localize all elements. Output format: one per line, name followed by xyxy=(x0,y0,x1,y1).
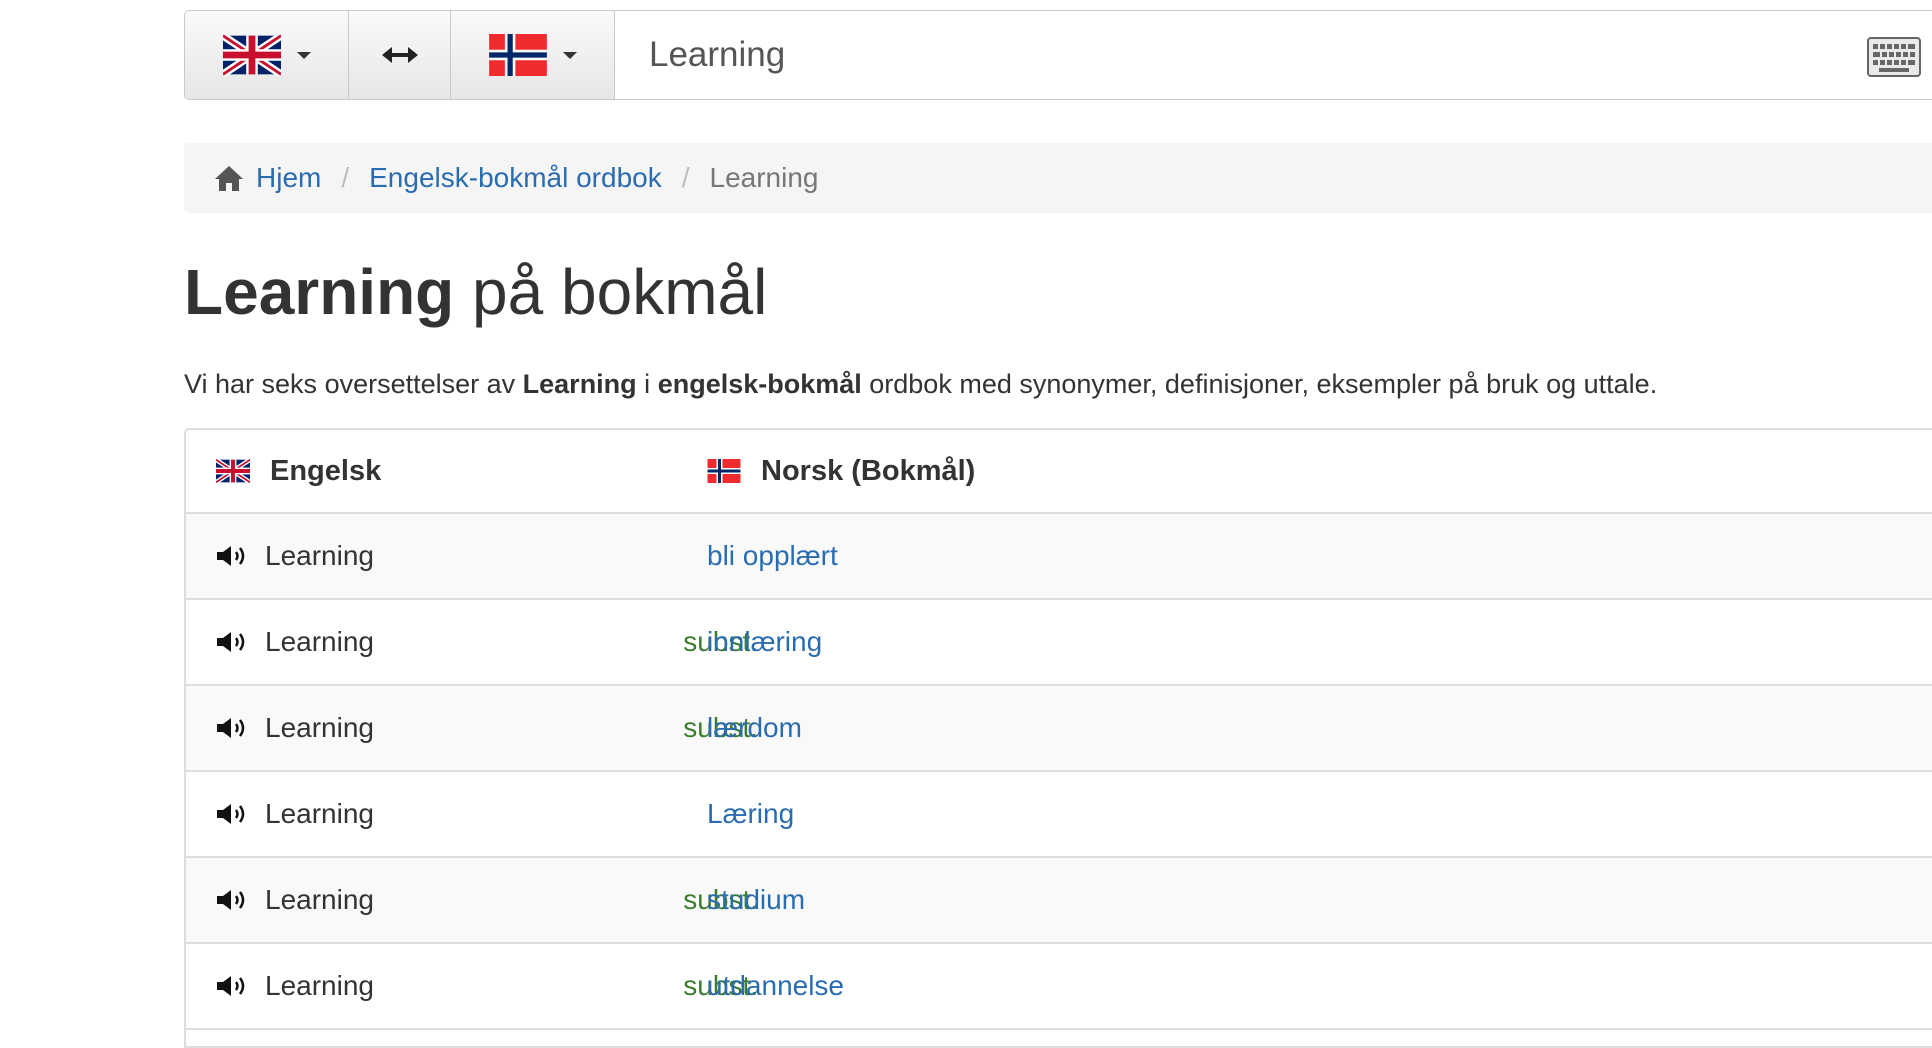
search-input[interactable] xyxy=(615,11,1932,99)
speaker-icon[interactable] xyxy=(216,544,248,568)
table-row: Learning subst. lærdom xyxy=(186,686,1932,772)
table-row: Learning subst. utdannelse xyxy=(186,944,1932,1030)
chevron-down-icon xyxy=(296,51,311,59)
intro-dictionary: engelsk-bokmål xyxy=(657,369,862,399)
table-row: Learning subst. studium xyxy=(186,858,1932,944)
target-language-dropdown[interactable] xyxy=(451,11,615,99)
swap-arrows-icon xyxy=(381,47,418,63)
translation-link[interactable]: bli opplært xyxy=(707,540,838,572)
source-word: Learning xyxy=(265,970,374,1001)
intro-part: ordbok med synonymer, definisjoner, ekse… xyxy=(861,369,1658,399)
translation-link[interactable]: studium xyxy=(707,884,805,916)
table-header: Engelsk Norsk (Bokmål) xyxy=(186,430,1932,514)
norway-flag-icon xyxy=(707,459,741,483)
translations-table: Engelsk Norsk (Bokmål) Learning bli oppl… xyxy=(184,428,1932,1048)
breadcrumb-home-link[interactable]: Hjem xyxy=(214,162,321,194)
search-bar xyxy=(184,10,1932,100)
source-word: Learning xyxy=(265,626,374,657)
keyboard-icon[interactable] xyxy=(1867,37,1921,77)
intro-word: Learning xyxy=(522,369,637,399)
translation-link[interactable]: innlæring xyxy=(707,626,822,658)
intro-part: i xyxy=(636,369,658,399)
translation-link[interactable]: lærdom xyxy=(707,712,802,744)
table-row: Learning subst. innlæring xyxy=(186,600,1932,686)
speaker-icon[interactable] xyxy=(216,630,248,654)
source-word: Learning xyxy=(265,798,374,829)
page-title: Learning på bokmål xyxy=(184,254,767,330)
speaker-icon[interactable] xyxy=(216,974,248,998)
page-title-rest: på bokmål xyxy=(454,256,768,328)
column-header-english: Engelsk xyxy=(216,455,381,488)
source-word: Learning xyxy=(265,884,374,915)
uk-flag-icon xyxy=(216,459,250,483)
home-icon xyxy=(215,166,243,191)
page: Hjem / Engelsk-bokmål ordbok / Learning … xyxy=(0,0,1932,1048)
table-row: Learning bli opplært xyxy=(186,514,1932,600)
translation-link[interactable]: utdannelse xyxy=(707,970,844,1002)
page-title-word: Learning xyxy=(184,256,455,328)
intro-text: Vi har seks oversettelser av Learning i … xyxy=(184,369,1657,400)
speaker-icon[interactable] xyxy=(216,716,248,740)
source-language-dropdown[interactable] xyxy=(185,11,349,99)
norway-flag-icon xyxy=(488,34,547,76)
table-row: Learning Læring xyxy=(186,772,1932,858)
column-header-label: Engelsk xyxy=(270,454,382,487)
speaker-icon[interactable] xyxy=(216,802,248,826)
source-word: Learning xyxy=(265,540,374,571)
chevron-down-icon xyxy=(562,51,577,59)
column-header-label: Norsk (Bokmål) xyxy=(761,454,976,487)
breadcrumb-current: Learning xyxy=(709,162,819,193)
swap-languages-button[interactable] xyxy=(349,11,451,99)
breadcrumb-separator: / xyxy=(341,162,350,193)
intro-part: Vi har seks oversettelser av xyxy=(184,369,523,399)
column-header-norwegian: Norsk (Bokmål) xyxy=(707,455,975,488)
uk-flag-icon xyxy=(222,34,281,76)
breadcrumb: Hjem / Engelsk-bokmål ordbok / Learning xyxy=(184,143,1932,213)
translation-link[interactable]: Læring xyxy=(707,798,794,830)
breadcrumb-separator: / xyxy=(681,162,690,193)
source-word: Learning xyxy=(265,712,374,743)
breadcrumb-home-label: Hjem xyxy=(256,162,322,193)
breadcrumb-dictionary-link[interactable]: Engelsk-bokmål ordbok xyxy=(369,162,662,194)
speaker-icon[interactable] xyxy=(216,888,248,912)
